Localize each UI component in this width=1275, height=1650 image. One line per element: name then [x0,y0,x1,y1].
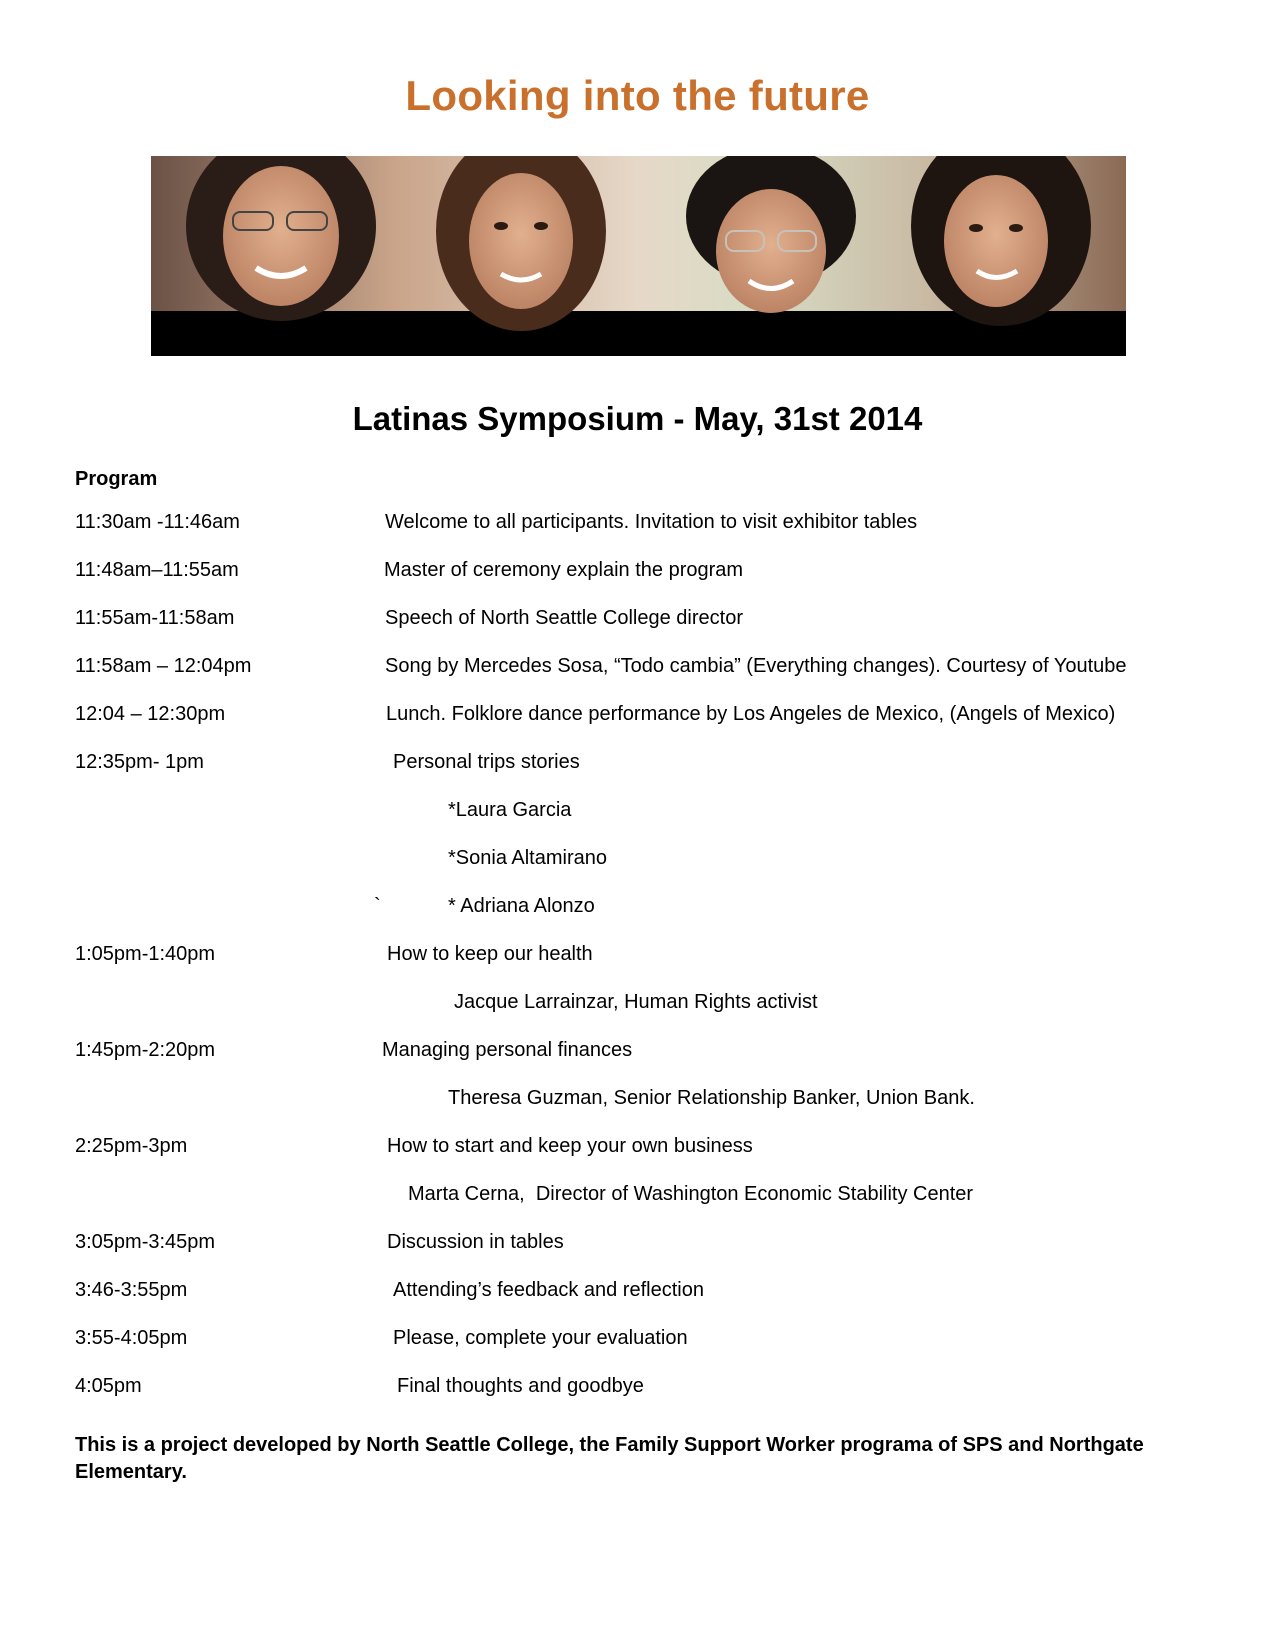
schedule-row: 1:05pm-1:40pm How to keep our health [0,939,1275,969]
schedule-row: 11:48am–11:55am Master of ceremony expla… [0,555,1275,585]
schedule-time: 4:05pm [75,1375,142,1397]
schedule-item: Discussion in tables [387,1231,564,1253]
schedule-time: 2:25pm-3pm [75,1135,188,1157]
footer-note: This is a project developed by North Sea… [75,1434,1144,1483]
stray-mark: ` [374,895,381,917]
schedule-item: How to keep our health [387,943,593,965]
schedule-item: Speech of North Seattle College director [385,607,743,629]
speaker-row: Jacque Larrainzar, Human Rights activist [0,987,1275,1017]
speaker-row: Theresa Guzman, Senior Relationship Bank… [0,1083,1275,1113]
schedule-time: 3:05pm-3:45pm [75,1231,216,1253]
schedule-item: Final thoughts and goodbye [397,1375,644,1397]
speaker-row: Marta Cerna, Director of Washington Econ… [0,1179,1275,1209]
schedule-row: 12:04 – 12:30pm Lunch. Folklore dance pe… [0,699,1275,729]
schedule-time: 12:35pm- 1pm [75,751,204,773]
schedule-row: 4:05pm Final thoughts and goodbye [0,1371,1275,1401]
schedule-time: 3:46-3:55pm [75,1279,188,1301]
schedule-item: Song by Mercedes Sosa, “Todo cambia” (Ev… [385,655,1127,677]
schedule-row: 3:05pm-3:45pm Discussion in tables [0,1227,1275,1257]
speaker-name: * Adriana Alonzo [448,895,595,917]
speaker-name: Jacque Larrainzar, Human Rights activist [454,991,818,1013]
schedule-item: Lunch. Folklore dance performance by Los… [386,703,1116,725]
schedule-item: Master of ceremony explain the program [384,559,744,581]
speaker-name: Marta Cerna, Director of Washington Econ… [408,1183,974,1205]
schedule-row: 3:55-4:05pm Please, complete your evalua… [0,1323,1275,1353]
schedule-item: Managing personal finances [382,1039,633,1061]
schedule-time: 11:30am -11:46am [75,511,240,533]
schedule-item: Welcome to all participants. Invitation … [385,511,918,533]
banner-photo [151,156,1126,356]
schedule-item: Attending’s feedback and reflection [393,1279,704,1301]
schedule-item: How to start and keep your own business [387,1135,753,1157]
page-title: Looking into the future [405,72,870,119]
schedule-time: 12:04 – 12:30pm [75,703,226,725]
speaker-name: *Laura Garcia [448,799,572,821]
schedule-time: 3:55-4:05pm [75,1327,188,1349]
schedule-row: 12:35pm- 1pm Personal trips stories [0,747,1275,777]
event-heading: Latinas Symposium - May, 31st 2014 [352,400,923,437]
schedule-row: 11:58am – 12:04pm Song by Mercedes Sosa,… [0,651,1275,681]
schedule-row: 11:55am-11:58am Speech of North Seattle … [0,603,1275,633]
schedule-row: 3:46-3:55pm Attending’s feedback and ref… [0,1275,1275,1305]
speaker-row: ` * Adriana Alonzo [0,891,1275,921]
schedule-time: 11:55am-11:58am [75,607,235,629]
schedule-time: 1:45pm-2:20pm [75,1039,216,1061]
schedule-item: Please, complete your evaluation [393,1327,688,1349]
schedule-time: 1:05pm-1:40pm [75,943,216,965]
schedule-row: 2:25pm-3pm How to start and keep your ow… [0,1131,1275,1161]
speaker-row: *Laura Garcia [0,795,1275,825]
schedule-item: Personal trips stories [393,751,580,773]
schedule-time: 11:48am–11:55am [75,559,239,581]
speaker-name: *Sonia Altamirano [448,847,607,869]
schedule-row: 1:45pm-2:20pm Managing personal finances [0,1035,1275,1065]
speaker-name: Theresa Guzman, Senior Relationship Bank… [448,1087,975,1109]
schedule-row: 11:30am -11:46am Welcome to all particip… [0,507,1275,537]
schedule-time: 11:58am – 12:04pm [75,655,252,677]
program-heading: Program [75,468,158,490]
speaker-row: *Sonia Altamirano [0,843,1275,873]
